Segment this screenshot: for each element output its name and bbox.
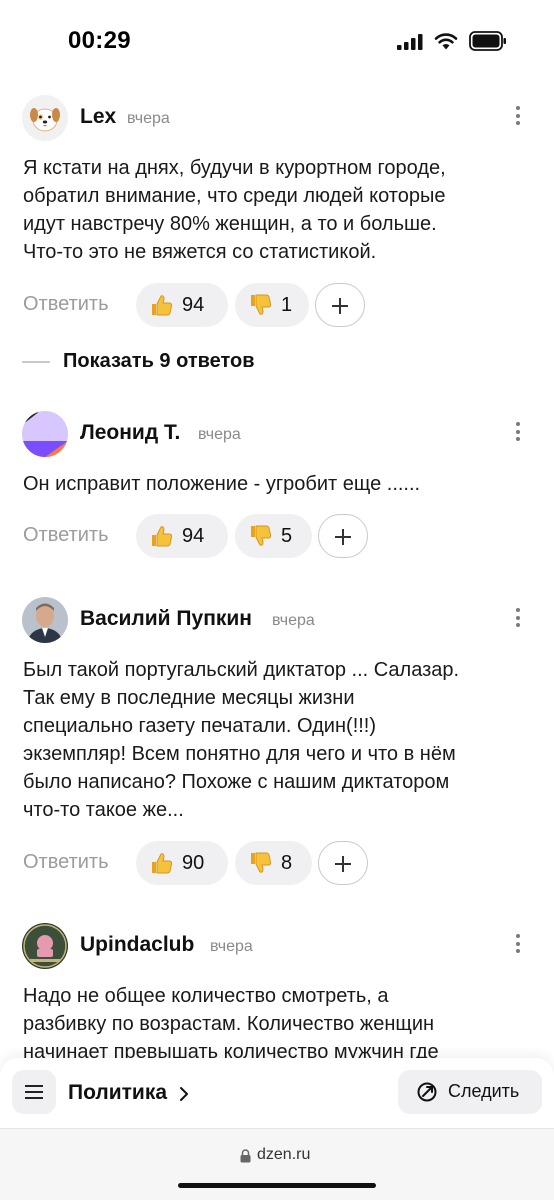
like-count: 94	[182, 525, 205, 547]
menu-icon	[25, 1085, 43, 1087]
more-icon[interactable]	[516, 608, 520, 630]
add-reaction-button[interactable]	[318, 841, 368, 885]
show-replies-label: Показать 9 ответов	[63, 350, 255, 372]
comment-actions: Ответить 94 1	[23, 283, 533, 327]
thumbs-down-icon	[251, 525, 272, 546]
comment-time: вчера	[127, 110, 170, 127]
comment-time: вчера	[272, 612, 315, 629]
reply-button[interactable]: Ответить	[23, 524, 109, 547]
comment-author[interactable]: Василий Пупкин	[80, 607, 252, 631]
reply-button[interactable]: Ответить	[23, 293, 109, 316]
comment-author[interactable]: Upindaclub	[80, 933, 194, 957]
comment-time: вчера	[210, 938, 253, 955]
comment-header: Леонид Т. вчера	[22, 411, 532, 457]
comment-text: Я кстати на днях, будучи в курортном гор…	[23, 157, 446, 263]
dislike-button[interactable]: 1	[235, 283, 309, 327]
follow-icon	[417, 1082, 437, 1102]
thumbs-down-icon	[251, 294, 272, 315]
more-icon[interactable]	[516, 106, 520, 128]
abstract-avatar[interactable]	[22, 411, 68, 457]
like-button[interactable]: 94	[136, 514, 228, 558]
reply-button[interactable]: Ответить	[23, 851, 109, 874]
thumbs-down-icon	[251, 852, 272, 873]
menu-button[interactable]	[12, 1070, 56, 1114]
comment-actions: Ответить 94 5	[23, 514, 533, 558]
comment-time: вчера	[198, 426, 241, 443]
dislike-count: 1	[281, 294, 293, 316]
dislike-button[interactable]: 8	[235, 841, 312, 885]
add-reaction-button[interactable]	[318, 514, 368, 558]
home-indicator[interactable]	[178, 1183, 376, 1188]
more-icon[interactable]	[516, 934, 520, 956]
comment-author[interactable]: Леонид Т.	[80, 421, 180, 445]
comment-text: Был такой португальский диктатор ... Сал…	[23, 659, 460, 821]
comment-header: Lex вчера	[22, 95, 532, 141]
chevron-right-icon[interactable]	[178, 1086, 190, 1102]
thumbs-up-icon	[152, 526, 173, 547]
dog-avatar[interactable]	[22, 95, 68, 141]
wifi-icon	[434, 33, 458, 50]
signal-icon	[397, 34, 423, 50]
comment-actions: Ответить 90 8	[23, 841, 533, 885]
status-time: 00:29	[68, 27, 131, 54]
follow-label: Следить	[448, 1081, 520, 1101]
topic-link[interactable]: Политика	[68, 1081, 167, 1105]
thumbs-up-icon	[152, 853, 173, 874]
lock-icon	[240, 1149, 251, 1163]
show-replies-button[interactable]: Показать 9 ответов	[22, 347, 422, 377]
comment-header: Василий Пупкин вчера	[22, 597, 532, 643]
more-icon[interactable]	[516, 422, 520, 444]
battery-icon	[469, 31, 506, 51]
comment-author[interactable]: Lex	[80, 105, 116, 129]
comment-text: Он исправит положение - угробит еще ....…	[23, 473, 421, 495]
like-count: 94	[182, 294, 205, 316]
like-button[interactable]: 94	[136, 283, 228, 327]
url-text: dzen.ru	[257, 1146, 311, 1163]
like-count: 90	[182, 852, 205, 874]
divider-line	[22, 361, 50, 363]
bottom-bar: Политика Следить	[0, 1058, 554, 1128]
thumbs-up-icon	[152, 295, 173, 316]
add-reaction-button[interactable]	[315, 283, 365, 327]
like-button[interactable]: 90	[136, 841, 228, 885]
dislike-button[interactable]: 5	[235, 514, 312, 558]
comment-text: Надо не общее количество смотреть, а раз…	[23, 985, 439, 1063]
dislike-count: 8	[281, 852, 293, 874]
browser-url-bar[interactable]: dzen.ru	[0, 1128, 554, 1200]
follow-button[interactable]: Следить	[398, 1070, 542, 1114]
person-photo-avatar[interactable]	[22, 597, 68, 643]
comment-header: Upindaclub вчера	[22, 923, 532, 969]
status-bar: 00:29	[0, 0, 554, 80]
club-logo-avatar[interactable]	[22, 923, 68, 969]
dislike-count: 5	[281, 525, 293, 547]
